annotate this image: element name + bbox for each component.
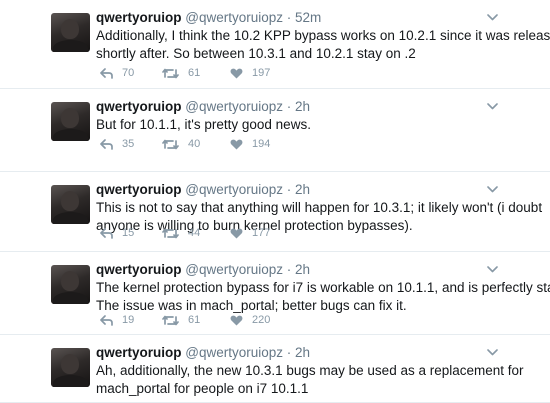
avatar[interactable] bbox=[51, 265, 90, 304]
reply-button[interactable]: 15 bbox=[100, 226, 134, 240]
tweet-text-line: The kernel protection bypass for i7 is w… bbox=[96, 280, 550, 295]
heart-icon bbox=[230, 228, 252, 239]
tweet-text-line: Additionally, I think the 10.2 KPP bypas… bbox=[96, 28, 550, 43]
timestamp[interactable]: 2h bbox=[295, 345, 310, 360]
reply-count: 35 bbox=[122, 138, 135, 150]
tweet[interactable]: qwertyoruiop @qwertyoruiopz · 2h The kern… bbox=[0, 252, 550, 335]
display-name[interactable]: qwertyoruiop bbox=[96, 99, 182, 114]
display-name[interactable]: qwertyoruiop bbox=[96, 10, 182, 25]
tweet-text: Ah, additionally, the new 10.3.1 bugs ma… bbox=[96, 362, 536, 398]
separator: · bbox=[283, 10, 296, 25]
retweet-icon bbox=[162, 228, 188, 239]
separator: · bbox=[283, 99, 296, 114]
like-button[interactable]: 197 bbox=[230, 66, 270, 80]
timestamp[interactable]: 2h bbox=[295, 182, 310, 197]
display-name[interactable]: qwertyoruiop bbox=[96, 345, 182, 360]
tweet[interactable]: qwertyoruiop @qwertyoruiopz · 2h But for … bbox=[0, 89, 550, 172]
chevron-down-icon[interactable] bbox=[487, 10, 498, 24]
timestamp[interactable]: 52m bbox=[295, 10, 321, 25]
tweet-header: qwertyoruiop @qwertyoruiopz · 2h bbox=[96, 262, 310, 277]
retweet-icon bbox=[162, 68, 188, 79]
retweet-count: 61 bbox=[188, 67, 201, 79]
like-count: 177 bbox=[252, 227, 271, 239]
like-button[interactable]: 194 bbox=[230, 137, 270, 151]
handle[interactable]: @qwertyoruiopz bbox=[185, 345, 283, 360]
retweet-count: 44 bbox=[188, 227, 201, 239]
tweet-header: qwertyoruiop @qwertyoruiopz · 2h bbox=[96, 99, 310, 114]
chevron-down-icon[interactable] bbox=[487, 262, 498, 276]
heart-icon bbox=[230, 139, 252, 150]
reply-count: 70 bbox=[122, 67, 135, 79]
like-count: 197 bbox=[252, 67, 271, 79]
reply-icon bbox=[100, 67, 122, 79]
like-count: 194 bbox=[252, 138, 271, 150]
handle[interactable]: @qwertyoruiopz bbox=[185, 262, 283, 277]
tweet-text-line: mach_portal for people on i7 10.1.1 bbox=[96, 381, 309, 396]
tweet-text-line: This is not to say that anything will ha… bbox=[96, 200, 543, 215]
avatar[interactable] bbox=[51, 185, 90, 224]
separator: · bbox=[283, 262, 296, 277]
chevron-down-icon[interactable] bbox=[487, 99, 498, 113]
tweet-text-line: shortly after. So between 10.3.1 and 10.… bbox=[96, 46, 416, 61]
handle[interactable]: @qwertyoruiopz bbox=[185, 10, 283, 25]
tweet-text: Additionally, I think the 10.2 KPP bypas… bbox=[96, 27, 550, 63]
avatar[interactable] bbox=[51, 348, 90, 387]
retweet-button[interactable]: 40 bbox=[162, 137, 200, 151]
heart-icon bbox=[230, 68, 252, 79]
avatar[interactable] bbox=[51, 102, 90, 141]
reply-icon bbox=[100, 138, 122, 150]
retweet-button[interactable]: 61 bbox=[162, 66, 200, 80]
like-button[interactable]: 220 bbox=[230, 313, 270, 327]
reply-count: 19 bbox=[122, 314, 135, 326]
tweet-text-line: Ah, additionally, the new 10.3.1 bugs ma… bbox=[96, 363, 524, 378]
like-button[interactable]: 177 bbox=[230, 226, 270, 240]
reply-icon bbox=[100, 314, 122, 326]
tweet[interactable]: qwertyoruiop @qwertyoruiopz · 52m Additio… bbox=[0, 0, 550, 89]
reply-button[interactable]: 35 bbox=[100, 137, 134, 151]
tweet-text: But for 10.1.1, it's pretty good news. bbox=[96, 116, 536, 134]
timestamp[interactable]: 2h bbox=[295, 99, 310, 114]
handle[interactable]: @qwertyoruiopz bbox=[185, 99, 283, 114]
tweet-header: qwertyoruiop @qwertyoruiopz · 2h bbox=[96, 182, 310, 197]
tweet-text-line: But for 10.1.1, it's pretty good news. bbox=[96, 117, 311, 132]
separator: · bbox=[283, 182, 296, 197]
tweet-header: qwertyoruiop @qwertyoruiopz · 52m bbox=[96, 10, 321, 25]
retweet-icon bbox=[162, 315, 188, 326]
reply-button[interactable]: 70 bbox=[100, 66, 134, 80]
heart-icon bbox=[230, 315, 252, 326]
timestamp[interactable]: 2h bbox=[295, 262, 310, 277]
retweet-button[interactable]: 61 bbox=[162, 313, 200, 327]
chevron-down-icon[interactable] bbox=[487, 182, 498, 196]
retweet-count: 61 bbox=[188, 314, 201, 326]
tweet-header: qwertyoruiop @qwertyoruiopz · 2h bbox=[96, 345, 310, 360]
chevron-down-icon[interactable] bbox=[487, 345, 498, 359]
display-name[interactable]: qwertyoruiop bbox=[96, 182, 182, 197]
retweet-icon bbox=[162, 139, 188, 150]
reply-icon bbox=[100, 227, 122, 239]
reply-button[interactable]: 19 bbox=[100, 313, 134, 327]
retweet-button[interactable]: 44 bbox=[162, 226, 200, 240]
reply-count: 15 bbox=[122, 227, 135, 239]
tweet-feed: qwertyoruiop @qwertyoruiopz · 52m Additio… bbox=[0, 0, 550, 403]
display-name[interactable]: qwertyoruiop bbox=[96, 262, 182, 277]
retweet-count: 40 bbox=[188, 138, 201, 150]
tweet-text: The kernel protection bypass for i7 is w… bbox=[96, 279, 550, 315]
separator: · bbox=[283, 345, 296, 360]
handle[interactable]: @qwertyoruiopz bbox=[185, 182, 283, 197]
avatar[interactable] bbox=[51, 13, 90, 52]
tweet[interactable]: qwertyoruiop @qwertyoruiopz · 2h This is … bbox=[0, 172, 550, 252]
tweet[interactable]: qwertyoruiop @qwertyoruiopz · 2h Ah, addi… bbox=[0, 335, 550, 403]
like-count: 220 bbox=[252, 314, 271, 326]
